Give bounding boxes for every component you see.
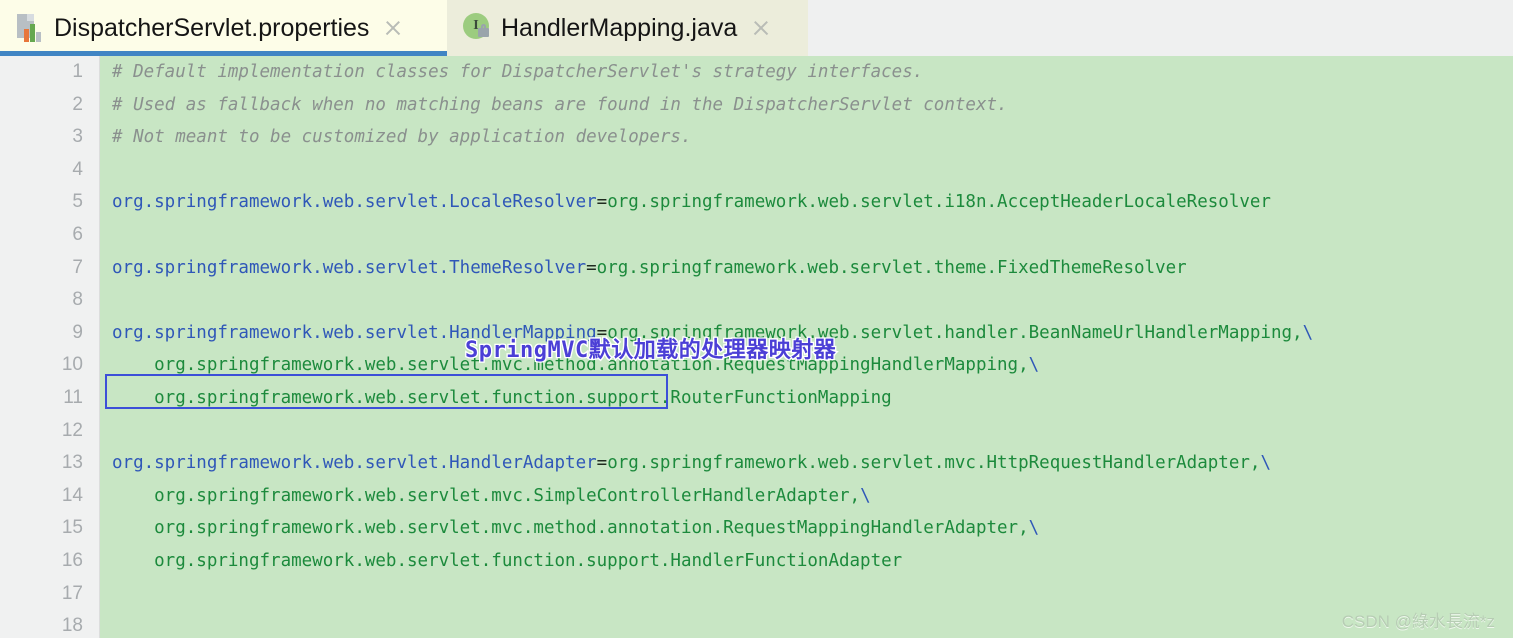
line-number: 16: [61, 549, 83, 571]
code-line[interactable]: [101, 154, 1513, 187]
code-line[interactable]: [101, 415, 1513, 448]
properties-file-icon: [16, 13, 44, 43]
code-line[interactable]: [101, 578, 1513, 611]
line-number: 8: [72, 289, 83, 311]
tab-label: DispatcherServlet.properties: [54, 13, 370, 42]
tab-handlermapping-java[interactable]: I HandlerMapping.java: [447, 0, 808, 56]
line-number: 7: [72, 256, 83, 278]
line-number: 14: [61, 484, 83, 506]
code-line[interactable]: org.springframework.web.servlet.LocaleRe…: [101, 186, 1513, 219]
line-number: 2: [72, 93, 83, 115]
line-number: 15: [61, 517, 83, 539]
line-number: 13: [61, 452, 83, 474]
line-number: 18: [61, 615, 83, 637]
line-continuation: \: [860, 485, 871, 506]
code-editor[interactable]: 1 2 3 4 5 6 7 8 9 10 11 12 13 14 15 16 17 18 # Default im…: [0, 56, 1513, 638]
code-line[interactable]: [101, 284, 1513, 317]
line-continuation: \: [1028, 518, 1040, 539]
tab-label: HandlerMapping.java: [501, 13, 738, 42]
line-number: 17: [61, 582, 83, 604]
line-number: 5: [72, 191, 83, 213]
code-line[interactable]: org.springframework.web.servlet.ThemeRes…: [101, 252, 1513, 285]
code-comment: # Default implementation classes for Dis…: [112, 62, 924, 82]
code-line[interactable]: # Not meant to be customized by applicat…: [101, 121, 1513, 154]
line-continuation: \: [1028, 355, 1040, 376]
line-number: 10: [61, 354, 83, 376]
property-value-continued: org.springframework.web.servlet.function…: [112, 550, 903, 571]
code-line[interactable]: [101, 610, 1513, 638]
property-value: org.springframework.web.servlet.theme.Fi…: [596, 257, 1187, 278]
line-number: 12: [61, 419, 83, 441]
property-value-continued: org.springframework.web.servlet.mvc.meth…: [112, 518, 1029, 539]
code-line[interactable]: org.springframework.web.servlet.function…: [101, 382, 1513, 415]
code-comment: # Used as fallback when no matching bean…: [112, 94, 1008, 115]
line-continuation: \: [1260, 453, 1271, 474]
code-line[interactable]: # Used as fallback when no matching bean…: [101, 89, 1513, 122]
property-value-continued: org.springframework.web.servlet.mvc.Simp…: [112, 485, 861, 506]
watermark: CSDN @綠水長流*z: [1341, 612, 1495, 631]
code-line[interactable]: [101, 219, 1513, 252]
property-key: org.springframework.web.servlet.ThemeRes…: [112, 257, 587, 278]
property-value: org.springframework.web.servlet.mvc.Http…: [607, 453, 1261, 474]
code-line[interactable]: # Default implementation classes for Dis…: [101, 56, 1513, 89]
code-line[interactable]: org.springframework.web.servlet.mvc.meth…: [101, 512, 1513, 545]
editor-tab-bar: DispatcherServlet.properties I HandlerMa…: [0, 0, 1513, 56]
ide-window: DispatcherServlet.properties I HandlerMa…: [0, 0, 1513, 638]
property-value: org.springframework.web.servlet.i18n.Acc…: [607, 192, 1271, 213]
line-number: 6: [72, 223, 83, 245]
equals-sign: =: [586, 257, 597, 278]
close-icon[interactable]: [751, 18, 771, 38]
line-number: 3: [72, 126, 83, 148]
line-number: 1: [72, 61, 83, 82]
tab-dispatcherservlet-properties[interactable]: DispatcherServlet.properties: [0, 0, 447, 56]
code-comment: # Not meant to be customized by applicat…: [112, 127, 692, 148]
property-key: org.springframework.web.servlet.HandlerA…: [112, 453, 597, 474]
equals-sign: =: [596, 192, 608, 213]
code-line[interactable]: org.springframework.web.servlet.HandlerA…: [101, 447, 1513, 480]
code-line[interactable]: org.springframework.web.servlet.mvc.Simp…: [101, 480, 1513, 513]
close-icon[interactable]: [383, 18, 403, 38]
line-continuation: \: [1302, 322, 1314, 343]
line-number: 4: [72, 158, 83, 180]
line-number: 11: [63, 386, 83, 408]
annotation-label: SpringMVC默认加载的处理器映射器: [464, 337, 837, 365]
java-interface-icon: I: [463, 13, 491, 43]
property-key: org.springframework.web.servlet.LocaleRe…: [112, 192, 597, 213]
equals-sign: =: [596, 453, 608, 474]
property-value-continued: org.springframework.web.servlet.function…: [112, 387, 892, 408]
code-line[interactable]: org.springframework.web.servlet.function…: [101, 545, 1513, 578]
line-number-gutter[interactable]: 1 2 3 4 5 6 7 8 9 10 11 12 13 14 15 16 17 18: [0, 56, 100, 638]
line-number: 9: [72, 321, 83, 343]
